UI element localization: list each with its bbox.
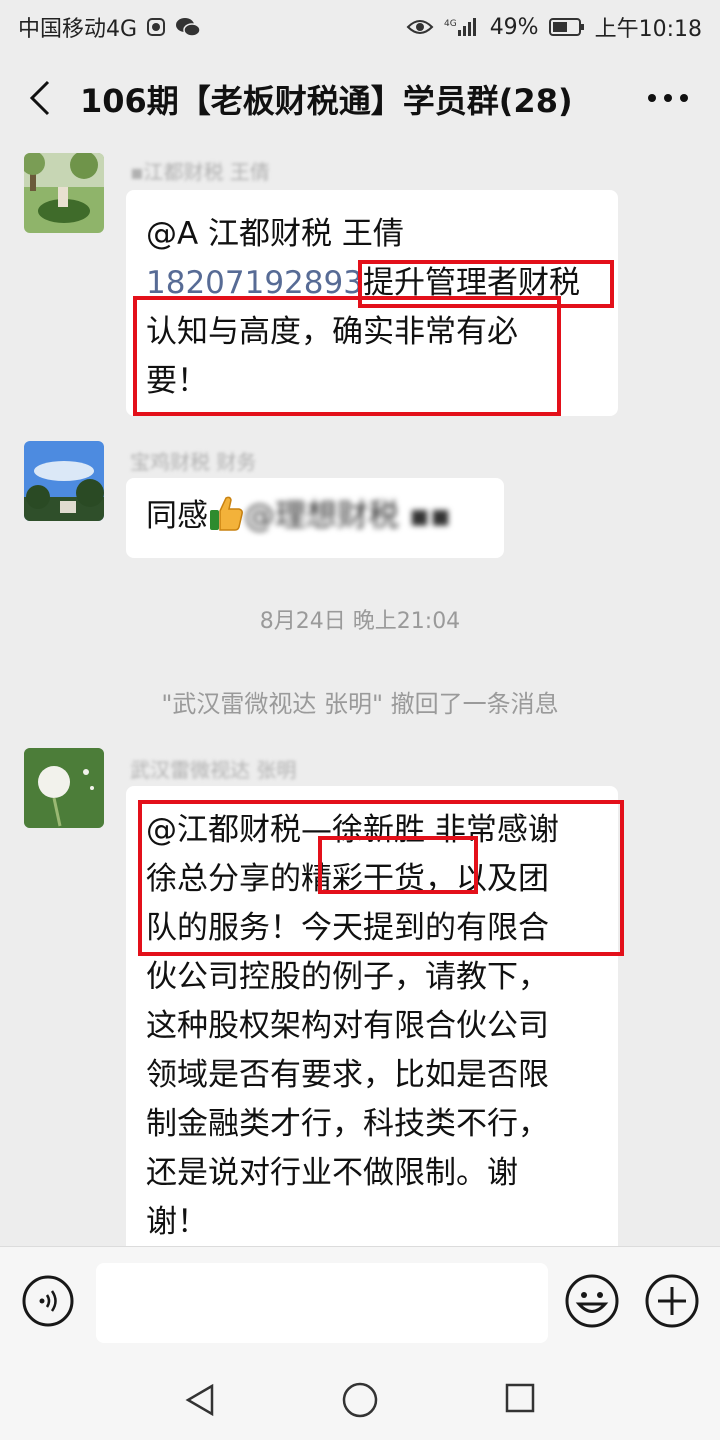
message-text: 队的服务！今天提到的有限合 (146, 910, 549, 946)
phone-link[interactable]: 18207192893 (146, 265, 363, 301)
voice-button[interactable] (22, 1275, 74, 1327)
message-text: 要！ (146, 363, 208, 399)
voice-icon (22, 1275, 74, 1327)
back-icon (29, 80, 50, 116)
battery-icon (548, 17, 585, 37)
input-bar (0, 1246, 720, 1359)
boxed-text: 提升管理者财税 (362, 265, 580, 301)
message-text: 这种股权架构对有限合伙公司 (146, 1008, 549, 1044)
sender-name: ▪江都财税 王倩 (130, 160, 270, 184)
recall-notice: "武汉雷微视达 张明" 撤回了一条消息 (161, 690, 559, 718)
title-bar: 106期【老板财税通】学员群(28) (0, 50, 720, 146)
svg-text:4G: 4G (444, 19, 457, 29)
chat-title: 106期【老板财税通】学员群(28) (80, 82, 573, 120)
avatar[interactable] (24, 748, 104, 828)
system-nav-bar (0, 1358, 720, 1440)
emoji-button[interactable] (564, 1273, 620, 1329)
emoji-icon (565, 1274, 619, 1328)
app-notification-icon (145, 16, 167, 38)
nav-recent-icon (505, 1383, 535, 1413)
message-mention: @A 江都财税 王倩 (146, 216, 404, 252)
message-text: 同感 (146, 498, 208, 534)
nav-recent-button[interactable] (504, 1382, 536, 1414)
message-text: ，以及团 (425, 861, 549, 897)
sender-name: 武汉雷微视达 张明 (130, 758, 297, 782)
clock: 上午10:18 (594, 17, 702, 42)
timestamp: 8月24日 晚上21:04 (259, 609, 461, 634)
message-text: 徐总分享的 (146, 861, 301, 897)
eye-icon (406, 17, 434, 37)
sender-name: 宝鸡财税 财务 (130, 450, 257, 474)
avatar[interactable] (24, 441, 104, 521)
more-button[interactable] (638, 78, 698, 118)
status-bar: 中国移动4G 4G 49% 上午10:18 (0, 0, 720, 50)
wechat-notification-icon (175, 16, 201, 38)
boxed-text: 精彩干货 (301, 861, 425, 897)
signal-icon: 4G (444, 16, 480, 38)
message-text: 制金融类才行，科技类不行， (146, 1106, 549, 1142)
nav-back-button[interactable] (182, 1382, 218, 1418)
more-functions-button[interactable] (644, 1273, 700, 1329)
message-text: @江都财税—徐新胜 非常感谢 (146, 812, 559, 848)
mention-blurred: @理想财税 ▪▪ (244, 498, 451, 534)
message-text: 谢！ (146, 1204, 208, 1240)
message-bubble[interactable]: 同感 @理想财税 ▪▪ (126, 478, 504, 558)
message-line: 18207192893提升管理者财税 (146, 259, 598, 308)
plus-icon (645, 1274, 699, 1328)
message-text: 认知与高度，确实非常有必 (146, 314, 518, 350)
message-text: 还是说对行业不做限制。谢 (146, 1155, 518, 1191)
message-bubble[interactable]: @江都财税—徐新胜 非常感谢 徐总分享的精彩干货，以及团 队的服务！今天提到的有… (126, 786, 618, 1246)
message-text: 伙公司控股的例子，请教下， (146, 959, 549, 995)
battery-percent: 49% (489, 14, 539, 40)
message-line: 徐总分享的精彩干货，以及团 (146, 855, 598, 904)
nav-back-icon (185, 1383, 214, 1417)
message-bubble[interactable]: @A 江都财税 王倩 18207192893提升管理者财税 认知与高度，确实非常… (126, 190, 618, 416)
avatar[interactable] (24, 153, 104, 233)
more-icon (648, 94, 688, 102)
nav-home-button[interactable] (340, 1380, 380, 1420)
chat-area[interactable]: ▪江都财税 王倩 @A 江都财税 王倩 18207192893提升管理者财税 认… (0, 146, 720, 1246)
message-text: 领域是否有要求，比如是否限 (146, 1057, 549, 1093)
back-button[interactable] (22, 76, 62, 120)
thumbs-up-icon (208, 494, 244, 547)
message-input[interactable] (96, 1263, 548, 1343)
carrier-label: 中国移动4G (18, 17, 138, 42)
nav-home-icon (342, 1382, 378, 1418)
